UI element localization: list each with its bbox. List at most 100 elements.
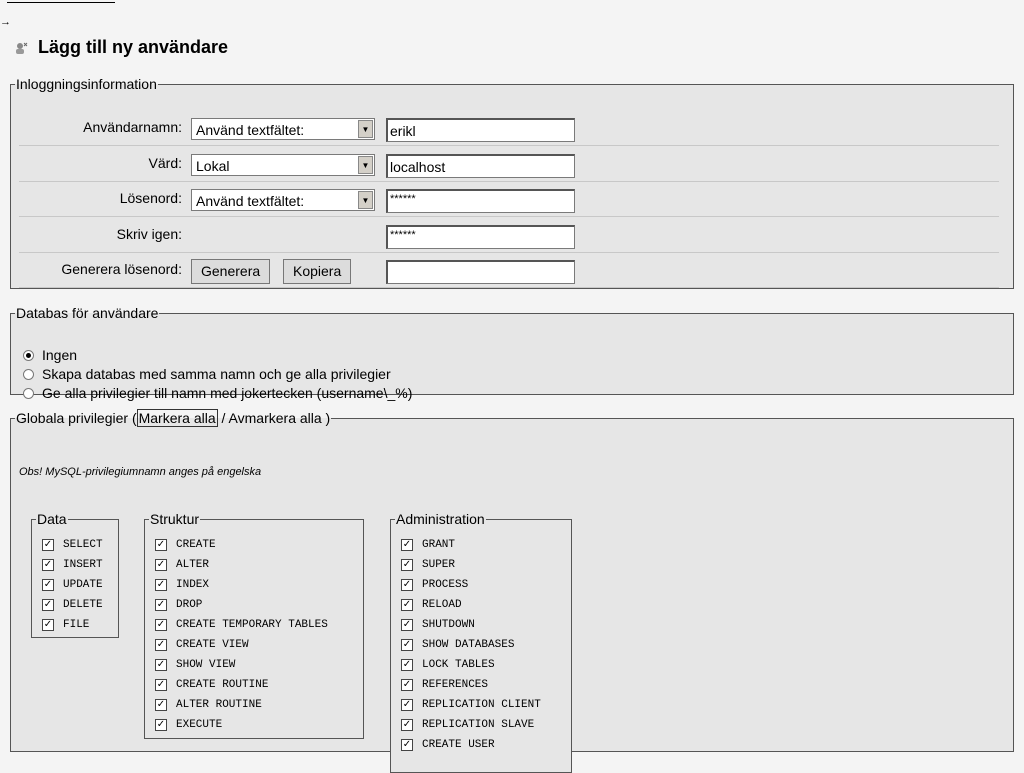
privilege-label: LOCK TABLES — [422, 659, 495, 671]
privilege-item[interactable]: ✓ DELETE — [40, 595, 103, 615]
privilege-item[interactable]: ✓ ALTER — [153, 555, 328, 575]
username-type-select[interactable]: Använd textfältet: ▼ — [191, 118, 375, 140]
privilege-item[interactable]: ✓ CREATE ROUTINE — [153, 675, 328, 695]
radio-button[interactable] — [23, 349, 34, 361]
checkbox-checked-icon[interactable]: ✓ — [42, 579, 54, 591]
privilege-label: CREATE TEMPORARY TABLES — [176, 619, 328, 631]
privilege-label: INDEX — [176, 579, 210, 591]
db-option-none[interactable]: Ingen — [23, 347, 77, 363]
checkbox-checked-icon[interactable]: ✓ — [155, 639, 167, 651]
privilege-label: REFERENCES — [422, 679, 489, 691]
checkbox-checked-icon[interactable]: ✓ — [42, 559, 54, 571]
checkbox-checked-icon[interactable]: ✓ — [401, 599, 413, 611]
generated-password-input[interactable] — [386, 260, 575, 284]
chevron-down-icon[interactable]: ▼ — [358, 191, 373, 209]
privilege-item[interactable]: ✓ SELECT — [40, 535, 103, 555]
login-info-legend: Inloggningsinformation — [16, 76, 157, 92]
privilege-item[interactable]: ✓ EXECUTE — [153, 715, 328, 735]
privilege-label: SELECT — [63, 539, 103, 551]
checkbox-checked-icon[interactable]: ✓ — [42, 619, 54, 631]
privilege-item[interactable]: ✓ INSERT — [40, 555, 103, 575]
privilege-label: EXECUTE — [176, 719, 223, 731]
privilege-item[interactable]: ✓ ALTER ROUTINE — [153, 695, 328, 715]
checkbox-checked-icon[interactable]: ✓ — [401, 699, 413, 711]
privilege-label: RELOAD — [422, 599, 462, 611]
privilege-item[interactable]: ✓ SHUTDOWN — [399, 615, 541, 635]
retype-row: Skriv igen: ****** — [19, 217, 999, 253]
privilege-item[interactable]: ✓ SHOW DATABASES — [399, 635, 541, 655]
generate-label: Generera lösenord: — [61, 261, 182, 277]
privilege-item[interactable]: ✓ REPLICATION CLIENT — [399, 695, 541, 715]
privilege-item[interactable]: ✓ GRANT — [399, 535, 541, 555]
privilege-item[interactable]: ✓ LOCK TABLES — [399, 655, 541, 675]
checkbox-checked-icon[interactable]: ✓ — [401, 679, 413, 691]
privilege-item[interactable]: ✓ INDEX — [153, 575, 328, 595]
privilege-item[interactable]: ✓ UPDATE — [40, 575, 103, 595]
checkbox-checked-icon[interactable]: ✓ — [401, 579, 413, 591]
admin-privilege-list: ✓ GRANT ✓ SUPER ✓ PROCESS ✓ RELOAD ✓ SHUTDOWN ✓ SHO… — [399, 535, 541, 755]
host-type-select[interactable]: Lokal ▼ — [191, 154, 375, 176]
checkbox-checked-icon[interactable]: ✓ — [155, 699, 167, 711]
checkbox-checked-icon[interactable]: ✓ — [155, 539, 167, 551]
checkbox-checked-icon[interactable]: ✓ — [401, 659, 413, 671]
radio-button[interactable] — [23, 368, 34, 380]
chevron-down-icon[interactable]: ▼ — [358, 156, 373, 174]
checkbox-checked-icon[interactable]: ✓ — [401, 559, 413, 571]
privilege-label: REPLICATION CLIENT — [422, 699, 541, 711]
privilege-item[interactable]: ✓ DROP — [153, 595, 328, 615]
privilege-item[interactable]: ✓ PROCESS — [399, 575, 541, 595]
checkbox-checked-icon[interactable]: ✓ — [42, 539, 54, 551]
privilege-item[interactable]: ✓ REPLICATION SLAVE — [399, 715, 541, 735]
password-type-select[interactable]: Använd textfältet: ▼ — [191, 189, 375, 211]
db-option-same-name[interactable]: Skapa databas med samma namn och ge alla… — [23, 366, 391, 382]
admin-privileges-group: Administration ✓ GRANT ✓ SUPER ✓ PROCESS ✓ RELO… — [390, 511, 572, 773]
generate-button[interactable]: Generera — [191, 259, 271, 284]
privilege-label: SHOW VIEW — [176, 659, 236, 671]
login-info-fieldset: Inloggningsinformation Användarnamn: Anv… — [10, 76, 1014, 289]
uncheck-all-link[interactable]: Avmarkera alla — [229, 410, 322, 426]
db-option-wildcard[interactable]: Ge alla privilegier till namn med jokert… — [23, 385, 412, 401]
checkbox-checked-icon[interactable]: ✓ — [155, 719, 167, 731]
password-input[interactable]: ****** — [386, 189, 575, 213]
top-divider — [7, 2, 115, 3]
data-privileges-group: Data ✓ SELECT ✓ INSERT ✓ UPDATE ✓ DELETE ✓ FILE — [31, 511, 119, 638]
copy-button[interactable]: Kopiera — [283, 259, 352, 284]
password-row: Lösenord: Använd textfältet: ▼ ****** — [19, 181, 999, 217]
page-title: Lägg till ny användare — [38, 37, 229, 57]
privilege-item[interactable]: ✓ CREATE VIEW — [153, 635, 328, 655]
username-input[interactable]: erikl — [386, 118, 575, 142]
host-input[interactable]: localhost — [386, 154, 575, 178]
checkbox-checked-icon[interactable]: ✓ — [155, 619, 167, 631]
checkbox-checked-icon[interactable]: ✓ — [401, 539, 413, 551]
checkbox-checked-icon[interactable]: ✓ — [155, 659, 167, 671]
radio-button[interactable] — [23, 387, 34, 399]
privilege-item[interactable]: ✓ CREATE USER — [399, 735, 541, 755]
privilege-item[interactable]: ✓ REFERENCES — [399, 675, 541, 695]
privilege-item[interactable]: ✓ CREATE — [153, 535, 328, 555]
checkbox-checked-icon[interactable]: ✓ — [401, 639, 413, 651]
checkbox-checked-icon[interactable]: ✓ — [155, 579, 167, 591]
checkbox-checked-icon[interactable]: ✓ — [155, 679, 167, 691]
privilege-item[interactable]: ✓ SHOW VIEW — [153, 655, 328, 675]
privilege-note: Obs! MySQL-privilegiumnamn anges på enge… — [19, 466, 262, 478]
global-privileges-fieldset: Globala privilegier (Markera alla / Avma… — [10, 409, 1014, 773]
checkbox-checked-icon[interactable]: ✓ — [42, 599, 54, 611]
privilege-item[interactable]: ✓ FILE — [40, 615, 103, 635]
privilege-label: SUPER — [422, 559, 456, 571]
host-label: Värd: — [148, 155, 182, 171]
privilege-item[interactable]: ✓ SUPER — [399, 555, 541, 575]
arrow-icon: → — [0, 16, 11, 28]
checkbox-checked-icon[interactable]: ✓ — [155, 599, 167, 611]
privilege-label: ALTER ROUTINE — [176, 699, 262, 711]
privilege-item[interactable]: ✓ RELOAD — [399, 595, 541, 615]
privilege-item[interactable]: ✓ CREATE TEMPORARY TABLES — [153, 615, 328, 635]
data-privilege-list: ✓ SELECT ✓ INSERT ✓ UPDATE ✓ DELETE ✓ FILE — [40, 535, 103, 635]
checkbox-checked-icon[interactable]: ✓ — [155, 559, 167, 571]
retype-password-input[interactable]: ****** — [386, 225, 575, 249]
checkbox-checked-icon[interactable]: ✓ — [401, 619, 413, 631]
checkbox-checked-icon[interactable]: ✓ — [401, 719, 413, 731]
chevron-down-icon[interactable]: ▼ — [358, 120, 373, 138]
privilege-label: DELETE — [63, 599, 103, 611]
privilege-label: ALTER — [176, 559, 210, 571]
check-all-link[interactable]: Markera alla — [136, 409, 218, 427]
